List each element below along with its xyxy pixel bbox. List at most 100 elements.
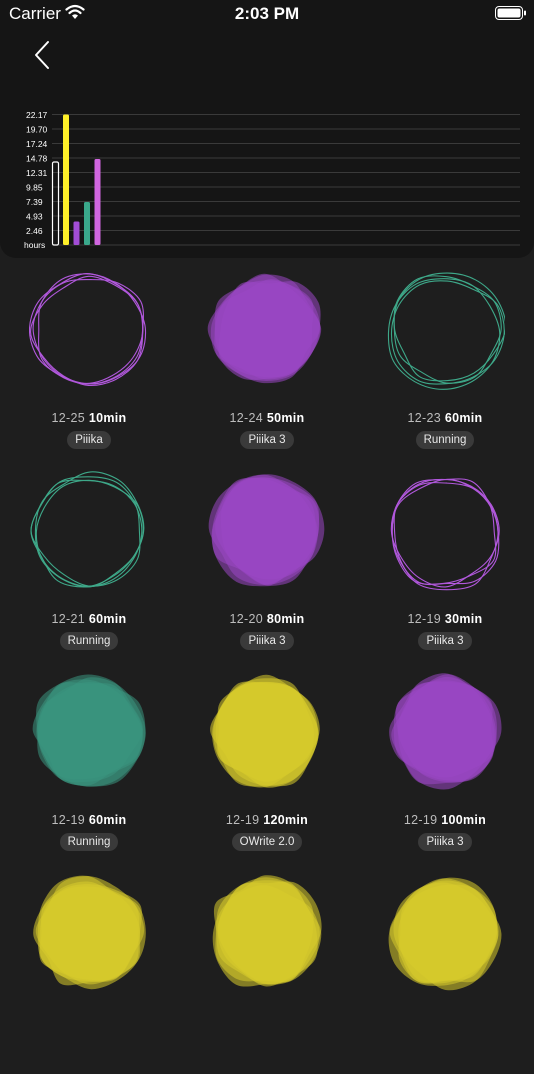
status-time: 2:03 PM <box>234 4 300 23</box>
session-caption: 12-19 100min <box>356 813 534 827</box>
y-tick-label: 12.31 <box>26 168 48 178</box>
session-tag-wrap: Piiika 3 <box>356 631 534 650</box>
bar <box>63 114 69 246</box>
blob-stroke <box>393 272 505 382</box>
session-item[interactable]: 12-19 120min OWrite 2.0 <box>178 672 356 873</box>
session-duration: 120min <box>263 813 309 827</box>
session-tag-wrap: Running <box>0 631 178 650</box>
blob-stroke <box>35 479 144 587</box>
y-tick-label: 9.85 <box>26 183 43 193</box>
session-caption: 12-24 50min <box>178 411 356 425</box>
session-tag-wrap: Piiika 3 <box>356 832 534 851</box>
y-tick-label: 4.93 <box>26 211 43 221</box>
filled-blob-icon <box>210 674 320 788</box>
ring-blob-icon <box>30 471 145 588</box>
ring-blob-icon <box>387 272 505 390</box>
session-tag-wrap: OWrite 2.0 <box>178 832 356 851</box>
session-duration: 80min <box>266 612 305 626</box>
session-duration: 50min <box>266 411 305 425</box>
session-item[interactable] <box>356 873 534 1074</box>
session-caption: 12-25 10min <box>0 411 178 425</box>
back-button[interactable] <box>30 38 58 72</box>
y-tick-label: 7.39 <box>26 197 43 207</box>
session-duration: 60min <box>88 612 127 626</box>
session-date: 12-19 <box>225 813 260 827</box>
ring-blob-icon <box>29 273 147 387</box>
session-tag[interactable]: OWrite 2.0 <box>231 833 303 851</box>
session-tag[interactable]: Piiika 3 <box>418 632 472 650</box>
session-item[interactable]: 12-19 100min Piiika 3 <box>356 672 534 873</box>
session-tag[interactable]: Running <box>59 632 119 650</box>
ring-blob-icon <box>390 478 500 591</box>
y-tick-label: 14.78 <box>26 153 48 163</box>
filled-blob-icon <box>212 875 322 987</box>
session-duration: 100min <box>441 813 487 827</box>
session-caption: 12-19 120min <box>178 813 356 827</box>
y-axis-label: hours <box>24 240 45 250</box>
session-tag[interactable]: Piiika 3 <box>240 431 294 449</box>
filled-blob-icon <box>208 474 325 587</box>
session-date: 12-21 <box>51 612 86 626</box>
status-bar: Carrier 2:03 PM <box>0 0 534 28</box>
session-date: 12-20 <box>229 612 264 626</box>
bar <box>51 161 60 246</box>
session-date: 12-19 <box>407 612 442 626</box>
filled-blob-icon <box>388 877 502 991</box>
session-item[interactable]: 12-24 50min Piiika 3 <box>178 270 356 471</box>
bar <box>94 159 101 245</box>
session-duration: 10min <box>88 411 127 425</box>
session-tag-wrap: Piiika 3 <box>178 430 356 449</box>
session-caption: 12-19 60min <box>0 813 178 827</box>
session-item[interactable]: 12-19 30min Piiika 3 <box>356 471 534 672</box>
filled-blob-icon <box>33 875 146 990</box>
session-duration: 60min <box>444 411 483 425</box>
session-date: 12-23 <box>407 411 442 425</box>
session-item[interactable]: 12-25 10min Piiika <box>0 270 178 471</box>
y-tick-label: 2.46 <box>26 226 43 236</box>
session-tag[interactable]: Piiika 3 <box>418 833 472 851</box>
session-date: 12-24 <box>229 411 264 425</box>
y-tick-label: 22.17 <box>26 110 48 120</box>
hours-bar-chart: 22.17 19.70 17.24 14.78 12.31 9.85 7.39 4.93 2.4… <box>24 110 520 250</box>
session-duration: 60min <box>88 813 127 827</box>
session-item[interactable]: 12-21 60min Running <box>0 471 178 672</box>
session-tag[interactable]: Running <box>59 833 119 851</box>
session-tag[interactable]: Piiika <box>67 431 111 449</box>
bar <box>73 221 80 245</box>
session-tag-wrap: Piiika 3 <box>178 631 356 650</box>
blob-stroke <box>37 681 146 780</box>
filled-blob-icon <box>32 674 146 787</box>
header-panel: Carrier 2:03 PM 22.17 19.70 17.24 14.78 12.3… <box>0 0 534 258</box>
filled-blob-icon <box>389 673 502 790</box>
blob-stroke <box>391 478 497 585</box>
chevron-left-icon <box>35 41 49 69</box>
session-date: 12-25 <box>51 411 86 425</box>
session-tag-wrap: Running <box>356 430 534 449</box>
battery-icon <box>495 6 526 20</box>
session-tag[interactable]: Piiika 3 <box>240 632 294 650</box>
blob-stroke <box>30 476 141 587</box>
session-item[interactable]: 12-23 60min Running <box>356 270 534 471</box>
y-tick-label: 19.70 <box>26 125 48 135</box>
blob-stroke <box>29 273 144 384</box>
session-item[interactable]: 12-20 80min Piiika 3 <box>178 471 356 672</box>
blob-stroke <box>393 482 499 591</box>
session-date: 12-19 <box>403 813 438 827</box>
session-tag-wrap: Piiika <box>0 430 178 449</box>
session-duration: 30min <box>444 612 483 626</box>
session-caption: 12-20 80min <box>178 612 356 626</box>
session-tag[interactable]: Running <box>415 431 475 449</box>
session-caption: 12-21 60min <box>0 612 178 626</box>
blob-stroke <box>387 278 501 390</box>
session-date: 12-19 <box>51 813 86 827</box>
session-tag-wrap: Running <box>0 832 178 851</box>
session-item[interactable]: 12-19 60min Running <box>0 672 178 873</box>
filled-blob-icon <box>207 273 322 384</box>
session-item[interactable] <box>178 873 356 1074</box>
session-caption: 12-19 30min <box>356 612 534 626</box>
y-tick-label: 17.24 <box>26 139 48 149</box>
session-caption: 12-23 60min <box>356 411 534 425</box>
bar <box>84 202 90 245</box>
session-item[interactable] <box>0 873 178 1074</box>
blob-stroke <box>393 275 502 384</box>
